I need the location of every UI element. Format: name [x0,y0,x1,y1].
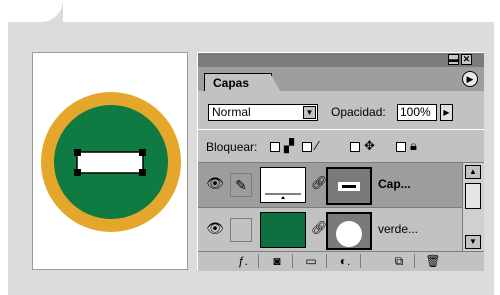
vector-mask-thumbnail[interactable] [326,167,372,205]
layer-name: Cap... [378,177,411,191]
layers-panel: ▬ ✕ Capas ▶ Normal ▼ Opacidad: 100% ▶ Bl… [197,52,484,271]
lock-row: Bloquear: ▞ ⁄ ✥ 🔒︎ [198,129,484,163]
scroll-down-button[interactable]: ▼ [465,235,481,249]
lock-move-checkbox[interactable] [350,142,360,152]
handle-br [139,169,146,176]
divider [326,254,327,268]
mask-icon[interactable]: ◙ [264,253,290,269]
handle-bl [74,169,81,176]
divider [360,254,361,268]
mask-preview [336,221,362,247]
panel-tab-row: Capas ▶ [198,67,484,91]
mask-preview [338,182,360,191]
lock-label: Bloquear: [206,140,258,154]
layer-style-icon[interactable]: ƒ. [230,253,256,269]
lock-all-icon: 🔒︎ [410,138,417,153]
layer-thumbnail [260,167,306,203]
divider [292,254,293,268]
tab-slope [270,73,280,91]
document-canvas[interactable] [32,52,188,270]
canvas-artwork [41,92,181,232]
opacity-slider-button[interactable]: ▶ [440,104,453,121]
folder-icon[interactable]: ▭ [298,253,324,269]
white-bar [76,151,144,174]
tab-capas[interactable]: Capas [204,73,272,91]
lock-transparency-checkbox[interactable] [270,142,280,152]
brush-icon[interactable]: ✎ [230,173,252,197]
layers-list: 👁︎ ✎ 🔗︎ Cap... 👁︎ 🔗︎ verde... [198,163,462,251]
adjustment-icon[interactable]: ◐. [332,253,358,269]
tab-label: Capas [213,76,250,90]
blend-mode-select[interactable]: Normal ▼ [208,104,318,121]
brush-lock-icon: ⁄ [316,138,319,153]
layer-thumbnail [260,212,306,248]
vector-mask-thumbnail[interactable] [326,212,372,250]
opacity-label: Opacidad: [331,105,386,119]
brush-empty-cell[interactable] [230,218,252,242]
panel-titlebar: ▬ ✕ [198,53,484,67]
panel-bottom-bar: ƒ. ◙ ▭ ◐. ⧉ 🗑︎ [198,251,484,271]
layer-name: verde... [378,222,419,236]
minimize-icon: ▬ [449,54,458,64]
move-lock-icon: ✥ [364,138,375,153]
new-layer-icon[interactable]: ⧉ [386,253,412,269]
divider [258,254,259,268]
layer-row-verde[interactable]: 👁︎ 🔗︎ verde... [198,207,462,251]
trash-icon[interactable]: 🗑︎ [420,253,446,269]
divider [414,254,415,268]
blend-mode-value: Normal [212,105,251,119]
mask-rect-inner [342,185,356,188]
workspace-tab [8,0,63,24]
lock-paint-checkbox[interactable] [302,142,312,152]
menu-arrow-icon: ▶ [466,74,474,84]
scroll-up-button[interactable]: ▲ [465,165,481,179]
handle-tr [139,149,146,156]
lock-all-checkbox[interactable] [396,142,406,152]
scroll-thumb[interactable] [465,183,481,209]
layers-scrollbar[interactable]: ▲ ▼ [462,163,484,251]
mask-circle [336,221,362,247]
lock-transparent-icon: ▞ [284,138,294,153]
eye-icon[interactable]: 👁︎ [204,175,226,193]
minimize-button[interactable]: ▬ [448,54,459,65]
blend-row: Normal ▼ Opacidad: 100% ▶ [198,91,484,130]
chevron-down-icon[interactable]: ▼ [303,106,316,119]
close-button[interactable]: ✕ [461,54,472,65]
thumbnail-preview [261,168,305,202]
opacity-field[interactable]: 100% [397,104,437,121]
eye-icon[interactable]: 👁︎ [204,220,226,238]
handle-tl [74,149,81,156]
panel-menu-button[interactable]: ▶ [462,71,478,87]
opacity-value: 100% [400,105,431,119]
layer-row-cap[interactable]: 👁︎ ✎ 🔗︎ Cap... [198,163,462,207]
close-icon: ✕ [462,54,471,64]
